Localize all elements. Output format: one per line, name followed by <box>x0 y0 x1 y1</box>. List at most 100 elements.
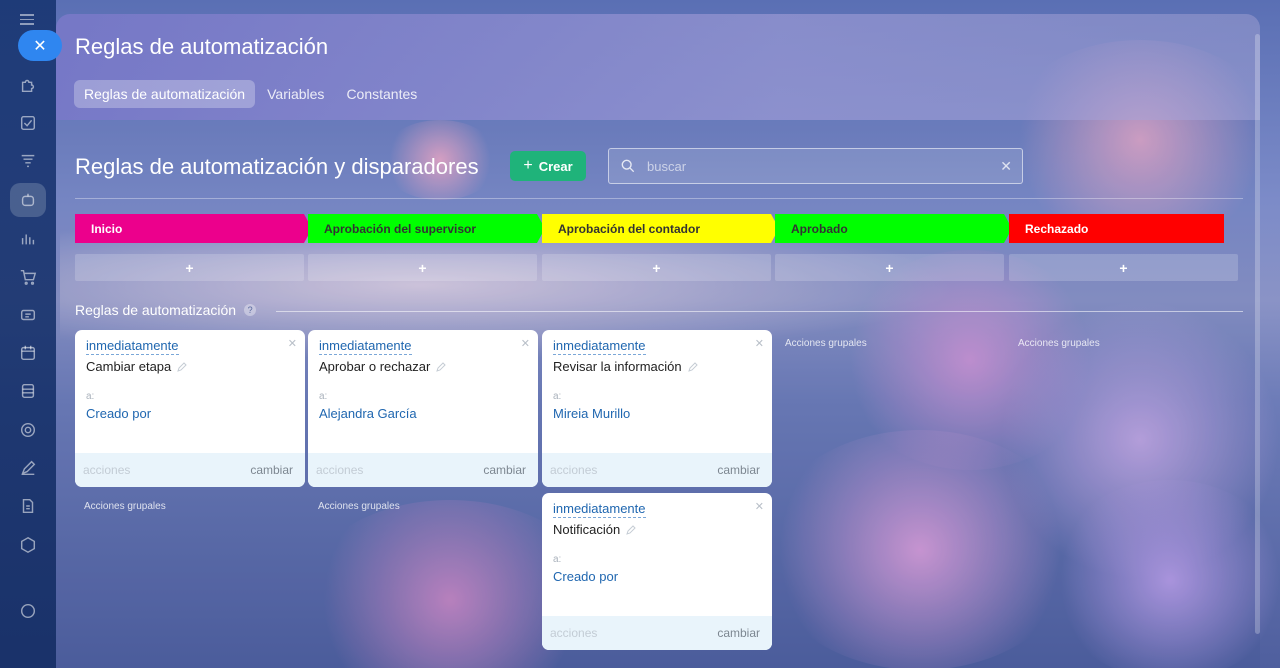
target-icon[interactable] <box>17 419 39 441</box>
stage-label: Aprobación del contador <box>558 221 701 236</box>
recipient-link[interactable]: Creado por <box>553 569 618 584</box>
rule-name: Notificación <box>553 522 636 537</box>
tab-variables[interactable]: Variables <box>257 80 334 108</box>
recipient-label: a: <box>553 391 562 402</box>
header-divider <box>75 198 1243 199</box>
rules-section-title: Reglas de automatización <box>75 302 237 318</box>
tab-bar: Reglas de automatización Variables Const… <box>74 80 427 108</box>
stage-aprobacion-contador[interactable]: Aprobación del contador <box>542 214 779 243</box>
settings-circle-icon[interactable] <box>17 600 39 622</box>
group-actions-link[interactable]: Acciones grupales <box>1018 338 1100 349</box>
add-rule-button[interactable]: + <box>75 254 304 281</box>
card-footer: acciones cambiar <box>542 616 772 650</box>
section-title: Reglas de automatización y disparadores <box>75 154 479 179</box>
recipient-link[interactable]: Creado por <box>86 406 151 421</box>
question-icon[interactable]: ? <box>244 304 257 316</box>
page-title: Reglas de automatización <box>75 34 329 59</box>
delay-link[interactable]: inmediatamente <box>319 338 412 355</box>
stage-label: Inicio <box>91 221 123 236</box>
delay-link[interactable]: inmediatamente <box>553 501 646 518</box>
close-icon[interactable]: ✕ <box>288 337 297 350</box>
add-rule-button[interactable]: + <box>1009 254 1238 281</box>
stage-rechazado[interactable]: Rechazado <box>1009 214 1224 243</box>
pencil-icon[interactable] <box>626 524 636 535</box>
stage-label: Aprobación del supervisor <box>324 221 477 236</box>
archive-icon[interactable] <box>17 380 39 402</box>
bar-chart-icon[interactable] <box>17 228 39 250</box>
recipient-label: a: <box>86 391 95 402</box>
ticket-icon[interactable] <box>17 304 39 326</box>
change-button[interactable]: cambiar <box>483 463 526 477</box>
rule-name-text: Aprobar o rechazar <box>319 359 431 374</box>
pencil-icon[interactable] <box>687 361 698 372</box>
change-button[interactable]: cambiar <box>250 463 293 477</box>
group-actions-link[interactable]: Acciones grupales <box>84 501 166 512</box>
create-button-label: Crear <box>538 158 573 174</box>
actions-label: acciones <box>83 463 131 477</box>
rule-name: Aprobar o rechazar <box>319 359 446 374</box>
tab-constants[interactable]: Constantes <box>336 80 427 108</box>
robot-icon[interactable] <box>17 189 39 211</box>
cart-icon[interactable] <box>17 266 39 288</box>
left-sidebar <box>0 0 56 668</box>
rule-name: Cambiar etapa <box>86 359 187 374</box>
actions-label: acciones <box>316 463 364 477</box>
scrollbar[interactable] <box>1255 34 1260 634</box>
group-actions-link[interactable]: Acciones grupales <box>318 501 400 512</box>
stage-label: Aprobado <box>791 221 848 236</box>
close-icon[interactable]: ✕ <box>755 337 764 350</box>
close-icon: ✕ <box>33 37 47 55</box>
stage-aprobado[interactable]: Aprobado <box>775 214 1012 243</box>
card-footer: acciones cambiar <box>542 453 772 487</box>
stage-inicio[interactable]: Inicio <box>75 214 312 243</box>
change-button[interactable]: cambiar <box>717 463 760 477</box>
pencil-icon[interactable] <box>177 361 187 372</box>
rule-name-text: Notificación <box>553 522 621 537</box>
rule-card[interactable]: inmediatamente ✕ Cambiar etapa a: Creado… <box>75 330 305 487</box>
change-button[interactable]: cambiar <box>717 626 760 640</box>
automation-panel: Reglas de automatización Reglas de autom… <box>56 14 1260 668</box>
recipient-link[interactable]: Mireia Murillo <box>553 406 630 421</box>
close-icon[interactable]: ✕ <box>755 500 764 513</box>
add-rule-button[interactable]: + <box>775 254 1004 281</box>
search-input[interactable] <box>647 158 1001 174</box>
delay-link[interactable]: inmediatamente <box>553 338 646 355</box>
calendar-icon[interactable] <box>17 342 39 364</box>
edit-icon[interactable] <box>17 457 39 479</box>
rule-card[interactable]: inmediatamente ✕ Revisar la información … <box>542 330 772 487</box>
rule-name-text: Revisar la información <box>553 359 682 374</box>
search-box: ✕ <box>608 148 1023 184</box>
close-icon[interactable]: ✕ <box>521 337 530 350</box>
funnel-icon[interactable] <box>17 150 39 172</box>
card-footer: acciones cambiar <box>75 453 305 487</box>
recipient-link[interactable]: Alejandra García <box>319 406 417 421</box>
card-footer: acciones cambiar <box>308 453 538 487</box>
search-icon <box>621 159 635 173</box>
add-rule-button[interactable]: + <box>308 254 537 281</box>
rule-name-text: Cambiar etapa <box>86 359 172 374</box>
rule-name: Revisar la información <box>553 359 698 374</box>
rule-card[interactable]: inmediatamente ✕ Aprobar o rechazar a: A… <box>308 330 538 487</box>
plus-icon: + <box>523 157 533 174</box>
rule-card[interactable]: inmediatamente ✕ Notificación a: Creado … <box>542 493 772 650</box>
add-rule-button[interactable]: + <box>542 254 771 281</box>
pencil-icon[interactable] <box>436 361 446 372</box>
delay-link[interactable]: inmediatamente <box>86 338 179 355</box>
recipient-label: a: <box>319 391 328 402</box>
stage-aprobacion-supervisor[interactable]: Aprobación del supervisor <box>308 214 545 243</box>
create-button[interactable]: + Crear <box>510 151 586 181</box>
clear-search-icon[interactable]: ✕ <box>1000 158 1012 175</box>
rules-section-label: Reglas de automatización ? <box>75 302 257 318</box>
close-panel-button[interactable]: ✕ <box>18 30 62 61</box>
checkbox-icon[interactable] <box>17 112 39 134</box>
puzzle-icon[interactable] <box>17 74 39 96</box>
group-actions-link[interactable]: Acciones grupales <box>785 338 867 349</box>
stage-label: Rechazado <box>1025 221 1089 236</box>
actions-label: acciones <box>550 626 598 640</box>
document-icon[interactable] <box>17 495 39 517</box>
recipient-label: a: <box>553 554 562 565</box>
tab-automation-rules[interactable]: Reglas de automatización <box>74 80 256 108</box>
rules-divider <box>276 311 1243 312</box>
cube-icon[interactable] <box>17 534 39 556</box>
menu-icon[interactable] <box>20 14 34 28</box>
